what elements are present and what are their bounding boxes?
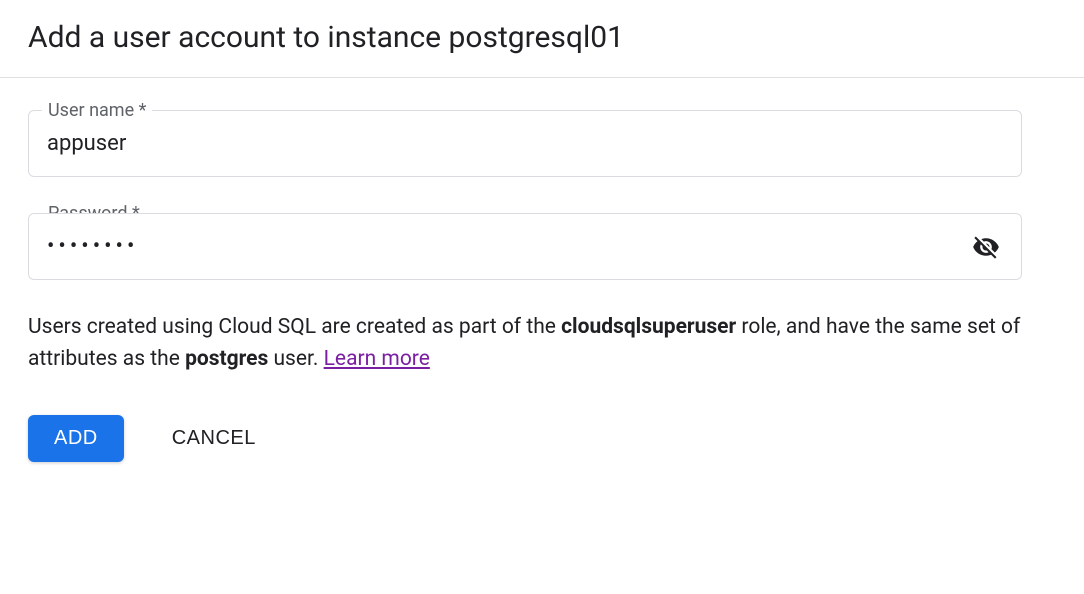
username-input[interactable] [28, 110, 1022, 177]
password-input[interactable] [28, 213, 1022, 280]
password-wrapper [28, 213, 1022, 280]
description-bold1: cloudsqlsuperuser [561, 315, 736, 339]
form-container: User name * Password * Users created usi… [0, 78, 1050, 494]
page-title: Add a user account to instance postgresq… [28, 20, 1056, 55]
username-field-group: User name * [28, 110, 1022, 177]
learn-more-link[interactable]: Learn more [324, 347, 430, 371]
description-post: user. [268, 347, 323, 371]
username-label: User name * [42, 100, 152, 121]
button-row: ADD CANCEL [28, 415, 1022, 462]
add-button[interactable]: ADD [28, 415, 124, 462]
visibility-off-icon [972, 233, 1000, 261]
password-field-group: Password * [28, 213, 1022, 280]
description-pre: Users created using Cloud SQL are create… [28, 315, 561, 339]
password-visibility-toggle[interactable] [966, 227, 1006, 267]
page-header: Add a user account to instance postgresq… [0, 0, 1084, 78]
description-bold2: postgres [185, 347, 268, 371]
description-text: Users created using Cloud SQL are create… [28, 312, 1022, 375]
cancel-button[interactable]: CANCEL [164, 415, 264, 462]
